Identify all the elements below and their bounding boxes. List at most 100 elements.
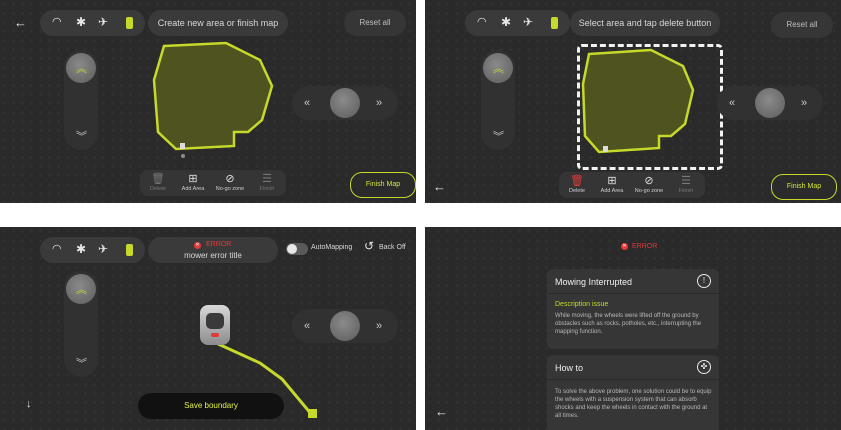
status-icons-bar: ◠ ✱ ✈ xyxy=(40,10,145,36)
base-station-dot xyxy=(181,154,185,158)
screen-error-details: ✕ ERROR Mowing Interrupted ! Description… xyxy=(425,227,841,430)
bluetooth-icon: ✱ xyxy=(76,242,87,256)
delete-tool[interactable]: 🗑 Delete xyxy=(562,174,592,195)
double-chevron-left-icon: « xyxy=(304,320,311,332)
back-arrow-icon[interactable]: ← xyxy=(433,180,446,193)
finish-tool[interactable]: ☰ Finish xyxy=(252,172,282,193)
back-arrow-icon[interactable]: ← xyxy=(435,405,448,418)
double-chevron-left-icon: « xyxy=(304,97,311,109)
error-banner[interactable]: ✕ ERROR mower error title xyxy=(148,237,278,263)
arrow-down-icon[interactable]: ↓ xyxy=(26,399,32,410)
mower-body xyxy=(206,313,224,329)
menu-lines-icon: ☰ xyxy=(681,175,691,187)
card-title: Mowing Interrupted xyxy=(555,277,633,287)
reset-all-button[interactable]: Reset all xyxy=(771,12,833,38)
satellite-icon: ✈ xyxy=(523,15,534,29)
lawn-area-polygon[interactable] xyxy=(152,41,274,151)
card-divider xyxy=(547,293,719,294)
back-off-label[interactable]: Back Off xyxy=(379,244,406,251)
screen-delete-area: ◠ ✱ ✈ Select area and tap delete button … xyxy=(425,0,841,203)
add-area-tool[interactable]: ⊞ Add Area xyxy=(597,174,627,195)
wifi-icon: ◠ xyxy=(52,16,62,28)
no-go-zone-tool[interactable]: ⊘ No-go zone xyxy=(215,172,245,193)
save-boundary-button[interactable]: Save boundary xyxy=(138,393,284,419)
no-entry-icon: ⊘ xyxy=(225,173,235,185)
finish-map-button[interactable]: Finish Map xyxy=(771,174,837,200)
status-icons-bar: ◠ ✱ ✈ xyxy=(40,237,145,263)
screen-create-area: ← ◠ ✱ ✈ Create new area or finish map Re… xyxy=(0,0,416,203)
screen-auto-mapping: ◠ ✱ ✈ ✕ ERROR mower error title AutoMapp… xyxy=(0,227,416,430)
error-circle-icon: ✕ xyxy=(194,242,201,249)
map-area-canvas[interactable] xyxy=(150,40,280,165)
bluetooth-icon: ✱ xyxy=(501,15,512,29)
map-area-canvas[interactable] xyxy=(575,40,715,165)
add-area-tool[interactable]: ⊞ Add Area xyxy=(178,172,208,193)
double-chevron-right-icon: » xyxy=(376,320,383,332)
auto-mapping-label: AutoMapping xyxy=(311,244,353,251)
horizontal-joystick[interactable]: « » xyxy=(717,86,823,120)
edit-toolbar: 🗑 Delete ⊞ Add Area ⊘ No-go zone ☰ Finish xyxy=(559,172,705,198)
joystick-knob-h[interactable] xyxy=(755,88,785,118)
finish-tool[interactable]: ☰ Finish xyxy=(671,174,701,195)
status-message: Select area and tap delete button xyxy=(578,18,712,28)
card-title: How to xyxy=(555,363,584,373)
card-divider xyxy=(547,379,719,380)
delete-tool[interactable]: 🗑 Delete xyxy=(143,172,173,193)
error-label: ERROR xyxy=(206,241,232,248)
battery-icon xyxy=(126,244,133,256)
add-area-icon: ⊞ xyxy=(188,173,198,185)
battery-icon xyxy=(126,17,133,29)
error-title: mower error title xyxy=(184,251,242,260)
mower-marker xyxy=(603,146,608,152)
error-circle-icon: ✕ xyxy=(621,243,628,250)
path-end-marker xyxy=(308,409,317,418)
vertical-joystick[interactable]: ︽ ︾ xyxy=(481,50,515,150)
horizontal-joystick[interactable]: « » xyxy=(292,309,398,343)
trash-icon: 🗑 xyxy=(570,175,584,187)
vertical-joystick[interactable]: ︽ ︾ xyxy=(64,271,98,377)
wifi-icon: ◠ xyxy=(52,243,62,255)
reset-all-button[interactable]: Reset all xyxy=(344,10,406,36)
edit-toolbar: 🗑 Delete ⊞ Add Area ⊘ No-go zone ☰ Finish xyxy=(140,170,286,196)
double-chevron-right-icon: » xyxy=(376,97,383,109)
lawn-area-polygon-selected[interactable] xyxy=(581,48,695,154)
mower-light xyxy=(211,333,219,337)
info-circle-icon[interactable]: ! xyxy=(697,274,711,288)
card-body: While moving, the wheels were lifted off… xyxy=(555,313,702,335)
double-chevron-left-icon: « xyxy=(729,97,736,109)
joystick-knob-h[interactable] xyxy=(330,311,360,341)
no-go-zone-tool[interactable]: ⊘ No-go zone xyxy=(634,174,664,195)
battery-icon xyxy=(551,17,558,29)
joystick-knob-h[interactable] xyxy=(330,88,360,118)
status-message: Create new area or finish map xyxy=(157,18,279,28)
double-chevron-right-icon: » xyxy=(801,97,808,109)
satellite-icon: ✈ xyxy=(98,242,109,256)
double-chevron-up-icon: ︽ xyxy=(493,63,504,75)
double-chevron-down-icon: ︾ xyxy=(76,358,87,370)
how-to-card: How to ✜ To solve the above problem, one… xyxy=(547,355,719,430)
menu-lines-icon: ☰ xyxy=(262,173,272,185)
mower-marker xyxy=(180,143,185,149)
issue-card: Mowing Interrupted ! Description issue W… xyxy=(547,269,719,349)
card-body: To solve the above problem, one solution… xyxy=(555,389,712,419)
double-chevron-down-icon: ︾ xyxy=(493,131,504,143)
bluetooth-icon: ✱ xyxy=(76,15,87,29)
error-label: ERROR xyxy=(632,243,658,250)
horizontal-joystick[interactable]: « » xyxy=(292,86,398,120)
auto-mapping-toggle[interactable] xyxy=(286,243,308,255)
mower-icon xyxy=(200,305,230,345)
status-icons-bar: ◠ ✱ ✈ xyxy=(465,10,570,36)
toggle-thumb xyxy=(287,244,297,254)
double-chevron-down-icon: ︾ xyxy=(76,131,87,143)
double-chevron-up-icon: ︽ xyxy=(76,63,87,75)
wifi-icon: ◠ xyxy=(477,16,487,28)
lifebuoy-icon[interactable]: ✜ xyxy=(697,360,711,374)
no-entry-icon: ⊘ xyxy=(644,175,654,187)
satellite-icon: ✈ xyxy=(98,15,109,29)
back-arrow-icon[interactable]: ← xyxy=(14,16,27,29)
finish-map-button[interactable]: Finish Map xyxy=(350,172,416,198)
trash-icon: 🗑 xyxy=(151,173,165,185)
reset-arrow-icon[interactable]: ↺ xyxy=(364,240,374,252)
status-message-box: Select area and tap delete button xyxy=(570,10,720,36)
vertical-joystick[interactable]: ︽ ︾ xyxy=(64,50,98,150)
